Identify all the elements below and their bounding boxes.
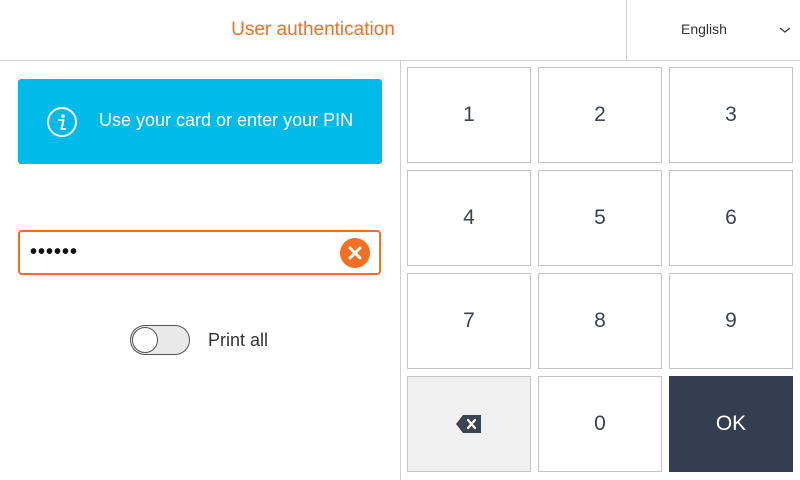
pin-masked-value: •••••• xyxy=(30,241,79,263)
key-5[interactable]: 5 xyxy=(538,170,662,266)
clear-pin-icon[interactable] xyxy=(340,238,370,268)
key-2[interactable]: 2 xyxy=(538,67,662,163)
pin-input[interactable]: •••••• xyxy=(18,230,381,275)
keypad: 1 2 3 4 5 6 7 8 9 0 OK xyxy=(401,61,800,480)
chevron-down-icon xyxy=(779,27,791,33)
key-7[interactable]: 7 xyxy=(407,273,531,369)
print-all-label: Print all xyxy=(208,330,269,350)
print-all-toggle[interactable] xyxy=(130,325,190,355)
backspace-button[interactable] xyxy=(407,376,531,472)
header: User authentication English xyxy=(0,0,800,61)
language-select[interactable]: English xyxy=(626,0,800,60)
key-9[interactable]: 9 xyxy=(669,273,793,369)
left-panel: Use your card or enter your PIN •••••• P… xyxy=(0,61,400,480)
toggle-knob xyxy=(132,327,158,353)
key-4[interactable]: 4 xyxy=(407,170,531,266)
info-message: Use your card or enter your PIN xyxy=(99,110,354,130)
language-label: English xyxy=(681,21,727,37)
key-8[interactable]: 8 xyxy=(538,273,662,369)
key-0[interactable]: 0 xyxy=(538,376,662,472)
ok-button[interactable]: OK xyxy=(669,376,793,472)
key-6[interactable]: 6 xyxy=(669,170,793,266)
key-1[interactable]: 1 xyxy=(407,67,531,163)
info-icon xyxy=(47,107,77,137)
key-3[interactable]: 3 xyxy=(669,67,793,163)
backspace-icon xyxy=(456,415,481,433)
info-banner: Use your card or enter your PIN xyxy=(18,79,382,164)
page-title: User authentication xyxy=(231,19,395,40)
